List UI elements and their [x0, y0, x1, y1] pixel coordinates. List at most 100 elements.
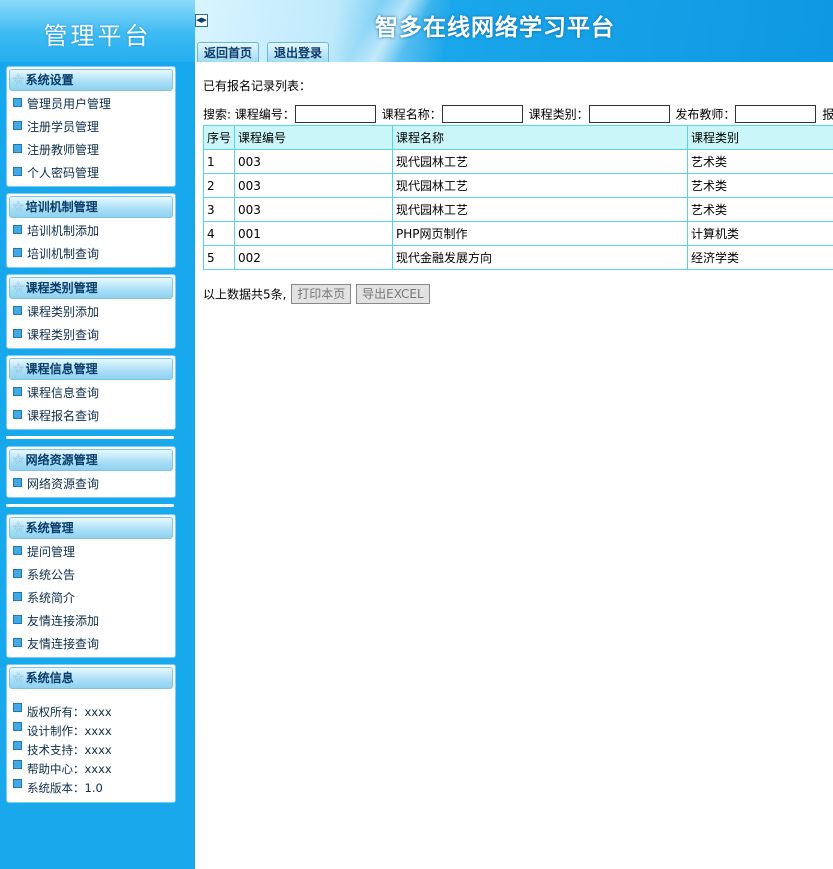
system-info-panel: ☆系统信息 版权所有：xxxx 设计制作：xxxx 技术支持：xxxx 帮助中心… [6, 664, 176, 803]
cell-index: 3 [203, 197, 235, 222]
sidebar-item-introduction[interactable]: 系统简介 [7, 587, 175, 610]
sidebar-item-resource-query[interactable]: 网络资源查询 [7, 473, 175, 496]
sidebar-item-registered-students[interactable]: 注册学员管理 [7, 116, 175, 139]
star-icon: ☆ [12, 72, 25, 88]
cell-course-code: 003 [234, 149, 393, 174]
course-category-input[interactable] [588, 105, 670, 123]
header: ◀▶ 智多在线网络学习平台 返回首页 退出登录 [195, 0, 833, 63]
table-footer: 以上数据共5条, 打印本页 导出EXCEL [203, 284, 430, 304]
sidebar-item-links-query[interactable]: 友情连接查询 [7, 633, 175, 656]
bullet-square-icon [13, 329, 22, 338]
bullet-square-icon [13, 225, 22, 234]
menu-group-header[interactable]: ☆培训机制管理 [9, 196, 173, 218]
course-name-input[interactable] [441, 105, 523, 123]
bullet-square-icon [13, 387, 22, 396]
cell-course-name: PHP网页制作 [392, 221, 688, 246]
table-row: 3 003 现代园林工艺 艺术类 [203, 197, 833, 222]
bullet-square-icon [13, 478, 22, 487]
course-code-input[interactable] [294, 105, 376, 123]
sidebar-item-links-add[interactable]: 友情连接添加 [7, 610, 175, 633]
search-label: 搜索: [203, 107, 232, 122]
cell-course-category: 经济学类 [687, 245, 833, 270]
menu-group-system-management: ☆系统管理 提问管理 系统公告 系统简介 友情连接添加 友情连接查询 [6, 514, 176, 658]
teacher-label: 发布教师： [675, 107, 736, 122]
table-row: 4 001 PHP网页制作 计算机类 [203, 221, 833, 246]
cell-course-code: 003 [234, 173, 393, 198]
info-version: 系统版本：1.0 [7, 779, 175, 798]
bullet-square-icon [13, 779, 22, 788]
bullet-square-icon [13, 638, 22, 647]
sidebar-item-registered-teachers[interactable]: 注册教师管理 [7, 139, 175, 162]
bullet-square-icon [13, 410, 22, 419]
menu-group-header[interactable]: ☆课程类别管理 [9, 277, 173, 299]
column-header-index: 序号 [203, 125, 235, 150]
record-count: 以上数据共5条, [203, 287, 287, 302]
sidebar-item-category-query[interactable]: 课程类别查询 [7, 324, 175, 347]
table-row: 2 003 现代园林工艺 艺术类 [203, 173, 833, 198]
course-category-label: 课程类别： [528, 107, 589, 122]
cell-course-name: 现代园林工艺 [392, 149, 688, 174]
bullet-square-icon [13, 144, 22, 153]
course-name-label: 课程名称： [381, 107, 442, 122]
sidebar-item-training-add[interactable]: 培训机制添加 [7, 220, 175, 243]
star-icon: ☆ [12, 520, 25, 536]
sidebar-item-enrollment-query[interactable]: 课程报名查询 [7, 405, 175, 428]
star-icon: ☆ [12, 452, 25, 468]
tab-logout[interactable]: 退出登录 [267, 42, 330, 63]
divider [6, 504, 174, 507]
sidebar-item-announcements[interactable]: 系统公告 [7, 564, 175, 587]
logo: 管理平台 [0, 0, 195, 62]
bullet-square-icon [13, 722, 22, 731]
bullet-square-icon [13, 546, 22, 555]
enrollment-label: 报名 [822, 107, 833, 122]
table-header-row: 序号 课程编号 课程名称 课程类别 [203, 125, 833, 150]
menu-group-course-info: ☆课程信息管理 课程信息查询 课程报名查询 [6, 355, 176, 430]
menu-group-header[interactable]: ☆网络资源管理 [9, 449, 173, 471]
sidebar-item-password[interactable]: 个人密码管理 [7, 162, 175, 185]
divider [6, 436, 174, 439]
sidebar: 管理平台 ☆系统设置 管理员用户管理 注册学员管理 注册教师管理 个人密码管理 … [0, 0, 195, 869]
sidebar-item-training-query[interactable]: 培训机制查询 [7, 243, 175, 266]
info-design: 设计制作：xxxx [7, 722, 175, 741]
menu-group-system-settings: ☆系统设置 管理员用户管理 注册学员管理 注册教师管理 个人密码管理 [6, 66, 176, 187]
menu-group-header[interactable]: ☆系统管理 [9, 517, 173, 539]
menu-group-header: ☆系统信息 [9, 667, 173, 689]
column-header-course-category: 课程类别 [687, 125, 833, 150]
info-copyright: 版权所有：xxxx [7, 703, 175, 722]
cell-index: 4 [203, 221, 235, 246]
bullet-square-icon [13, 167, 22, 176]
teacher-input[interactable] [735, 105, 817, 123]
bullet-square-icon [13, 121, 22, 130]
menu-group-header[interactable]: ☆系统设置 [9, 69, 173, 91]
bullet-square-icon [13, 741, 22, 750]
main-content: 已有报名记录列表： 搜索: 课程编号： 课程名称： 课程类别： 发布教师： 报名… [195, 62, 833, 869]
menu-group-header[interactable]: ☆课程信息管理 [9, 358, 173, 380]
sidebar-item-admin-users[interactable]: 管理员用户管理 [7, 93, 175, 116]
sidebar-item-course-query[interactable]: 课程信息查询 [7, 382, 175, 405]
cell-course-name: 现代园林工艺 [392, 173, 688, 198]
sidebar-item-questions[interactable]: 提问管理 [7, 541, 175, 564]
export-excel-button[interactable]: 导出EXCEL [356, 284, 430, 304]
cell-course-code: 001 [234, 221, 393, 246]
table-row: 1 003 现代园林工艺 艺术类 [203, 149, 833, 174]
records-table: 序号 课程编号 课程名称 课程类别 1 003 现代园林工艺 艺术类 2 003… [203, 125, 833, 270]
cell-course-category: 计算机类 [687, 221, 833, 246]
print-button[interactable]: 打印本页 [291, 284, 352, 304]
info-support: 技术支持：xxxx [7, 741, 175, 760]
bullet-square-icon [13, 615, 22, 624]
list-heading: 已有报名记录列表： [203, 79, 312, 93]
menu-group-course-category: ☆课程类别管理 课程类别添加 课程类别查询 [6, 274, 176, 349]
site-title: 智多在线网络学习平台 [375, 14, 615, 41]
cell-course-code: 002 [234, 245, 393, 270]
collapse-toggle-icon[interactable]: ◀▶ [195, 14, 208, 27]
bullet-square-icon [13, 592, 22, 601]
bullet-square-icon [13, 703, 22, 712]
bullet-square-icon [13, 760, 22, 769]
cell-course-name: 现代金融发展方向 [392, 245, 688, 270]
tab-home[interactable]: 返回首页 [197, 42, 260, 63]
cell-course-category: 艺术类 [687, 149, 833, 174]
cell-course-code: 003 [234, 197, 393, 222]
cell-course-category: 艺术类 [687, 197, 833, 222]
column-header-course-code: 课程编号 [234, 125, 393, 150]
sidebar-item-category-add[interactable]: 课程类别添加 [7, 301, 175, 324]
